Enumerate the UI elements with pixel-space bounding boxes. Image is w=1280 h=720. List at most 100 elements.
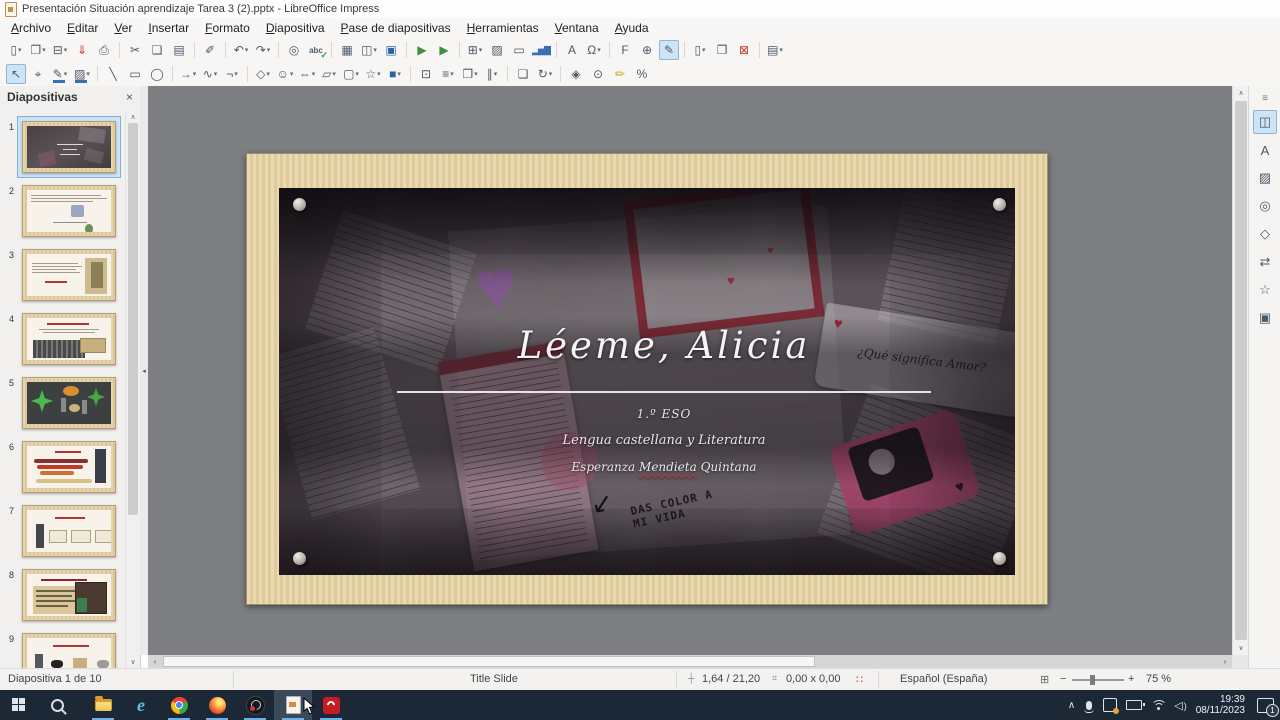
vertical-scrollbar[interactable]: ∧ ∨ (1232, 86, 1249, 655)
rectangle-icon[interactable]: ▭ (125, 64, 145, 84)
new-slide-icon[interactable]: ▯ (690, 40, 710, 60)
tray-chevron-icon[interactable]: ∧ (1068, 700, 1075, 711)
start-slideshow-icon[interactable]: ▶ (412, 40, 432, 60)
notification-center-icon[interactable]: 1 (1257, 697, 1279, 717)
tray-app-icon[interactable] (1103, 698, 1120, 714)
new-icon[interactable]: ▯ (6, 40, 26, 60)
slide-thumbnail-9[interactable]: 9 (9, 633, 116, 668)
redo-icon[interactable]: ↷ (253, 40, 273, 60)
curves-polygons-icon[interactable]: ∿ (200, 64, 220, 84)
basic-shapes-icon[interactable]: ◇ (253, 64, 273, 84)
slide-edit-area[interactable]: ♥ ♥ ♥ ♥ ¿Qué significa Amor? ↙ DAS COLOR… (246, 153, 1048, 605)
slide-layout-icon[interactable]: ▤ (765, 40, 785, 60)
menu-pase-de-diapositivas[interactable]: Pase de diapositivas (333, 19, 459, 37)
panel-scrollbar[interactable]: ∧ ∨ (125, 110, 140, 668)
edit-points-icon[interactable]: ⊡ (416, 64, 436, 84)
zoom-level-status[interactable]: 75 % (1146, 673, 1171, 685)
scroll-up-icon[interactable]: ∧ (126, 110, 140, 123)
paste-icon[interactable]: ▤ (169, 40, 189, 60)
insert-line-icon[interactable]: ╲ (103, 64, 123, 84)
taskbar-internet-explorer[interactable]: e (122, 690, 160, 720)
toggle-extrusion-icon[interactable]: % (632, 64, 652, 84)
panel-scrollbar-thumb[interactable] (128, 123, 138, 515)
undo-icon[interactable]: ↶ (231, 40, 251, 60)
clone-formatting-icon[interactable]: ✐ (200, 40, 220, 60)
volume-icon[interactable]: ◁ (1174, 699, 1186, 712)
wifi-icon[interactable] (1151, 700, 1168, 710)
master-slides-icon[interactable]: ▣ (1253, 306, 1277, 330)
slide-author[interactable]: Esperanza Mendieta Quintana (313, 460, 1015, 474)
print-icon[interactable]: ⎙ (94, 40, 114, 60)
start-from-current-slide-icon[interactable]: ▶ (434, 40, 454, 60)
master-slide-icon[interactable]: ▣ (381, 40, 401, 60)
insert-chart-icon[interactable]: ▂▅▇ (531, 40, 551, 60)
taskbar-obs[interactable] (236, 690, 274, 720)
navigator-icon[interactable]: ◎ (1253, 194, 1277, 218)
zoom-out-icon[interactable]: − (1060, 673, 1066, 685)
save-icon[interactable]: ⊟ (50, 40, 70, 60)
slide-thumbnail-4[interactable]: 4 (9, 313, 116, 365)
open-icon[interactable]: ❐ (28, 40, 48, 60)
flowchart-icon[interactable]: ▱ (319, 64, 339, 84)
scroll-left-icon[interactable]: ‹ (148, 655, 162, 668)
menu-diapositiva[interactable]: Diapositiva (258, 19, 333, 37)
insert-media-icon[interactable]: ▭ (509, 40, 529, 60)
menu-insertar[interactable]: Insertar (140, 19, 197, 37)
slide-title[interactable]: Léeme, Alicia (313, 324, 1015, 367)
menu-herramientas[interactable]: Herramientas (459, 19, 547, 37)
show-draw-functions-icon[interactable]: ✎ (659, 40, 679, 60)
properties-icon[interactable]: ◫ (1253, 110, 1277, 134)
styles-icon[interactable]: A (1253, 138, 1277, 162)
menu-editar[interactable]: Editar (59, 19, 106, 37)
symbol-shapes-icon[interactable]: ☺ (275, 64, 295, 84)
zoom-icon[interactable]: ⌖ (28, 64, 48, 84)
arrange-icon[interactable]: ❐ (460, 64, 480, 84)
shadow-icon[interactable]: ❏ (513, 64, 533, 84)
menu-formato[interactable]: Formato (197, 19, 258, 37)
slide-thumbnail-5[interactable]: 5 (9, 377, 116, 429)
vertical-text-icon[interactable]: F (615, 40, 635, 60)
taskbar-search-button[interactable] (38, 690, 76, 720)
close-icon[interactable]: × (126, 90, 133, 104)
animation-icon[interactable]: ☆ (1253, 278, 1277, 302)
glue-points-icon[interactable]: ⊙ (588, 64, 608, 84)
fill-color-icon[interactable]: ▨ (72, 64, 92, 84)
sidebar-settings-icon[interactable]: ≡ (1253, 90, 1277, 106)
horizontal-scrollbar[interactable]: ‹ › (148, 655, 1232, 668)
interaction-icon[interactable]: ◈ (566, 64, 586, 84)
3d-objects-icon[interactable]: ■ (385, 64, 405, 84)
taskbar-clock[interactable]: 19:39 08/11/2023 (1196, 694, 1245, 717)
lines-arrows-icon[interactable]: → (178, 64, 198, 84)
slide-thumbnail-1[interactable]: 1 (9, 116, 121, 178)
align-icon[interactable]: ≡ (438, 64, 458, 84)
select-icon[interactable]: ↖ (6, 64, 26, 84)
menu-ventana[interactable]: Ventana (547, 19, 607, 37)
fit-slide-icon[interactable]: ⊞ (1040, 673, 1049, 686)
scroll-right-icon[interactable]: › (1218, 655, 1232, 668)
zoom-slider-track[interactable] (1072, 679, 1124, 681)
menu-ver[interactable]: Ver (106, 19, 140, 37)
cut-icon[interactable]: ✂ (125, 40, 145, 60)
slide-canvas[interactable]: ♥ ♥ ♥ ♥ ¿Qué significa Amor? ↙ DAS COLOR… (148, 86, 1232, 655)
language-status[interactable]: Español (España) (900, 673, 987, 685)
display-grid-icon[interactable]: ▦ (337, 40, 357, 60)
taskbar-acrobat[interactable] (312, 690, 350, 720)
insert-image-icon[interactable]: ▨ (487, 40, 507, 60)
insert-text-box-icon[interactable]: A (562, 40, 582, 60)
shapes-icon[interactable]: ◇ (1253, 222, 1277, 246)
scroll-up-icon[interactable]: ∧ (1233, 86, 1249, 100)
copy-icon[interactable]: ❏ (147, 40, 167, 60)
transformations-icon[interactable]: ↻ (535, 64, 555, 84)
slide-thumbnail-6[interactable]: 6 (9, 441, 116, 493)
taskbar-file-explorer[interactable] (84, 690, 122, 720)
line-color-icon[interactable]: ✎ (50, 64, 70, 84)
slide-subject[interactable]: Lengua castellana y Literatura (313, 433, 1015, 448)
slide-thumbnail-2[interactable]: 2 (9, 185, 116, 237)
special-character-icon[interactable]: Ω (584, 40, 604, 60)
export-pdf-icon[interactable]: ⇓ (72, 40, 92, 60)
menu-ayuda[interactable]: Ayuda (607, 19, 657, 37)
menu-archivo[interactable]: Archivo (3, 19, 59, 37)
gallery-icon[interactable]: ▨ (1253, 166, 1277, 190)
horizontal-scrollbar-thumb[interactable] (163, 656, 815, 667)
taskbar-firefox[interactable] (198, 690, 236, 720)
